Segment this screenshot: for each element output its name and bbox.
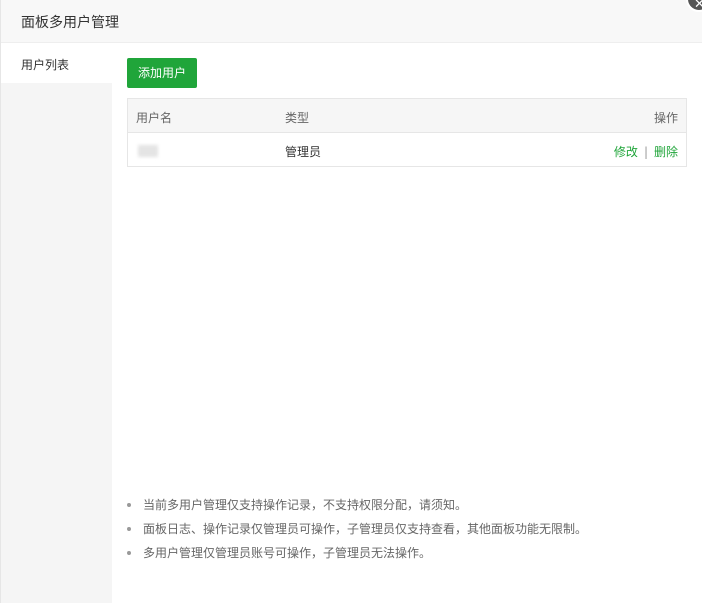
table-header: 用户名 类型 操作 [128, 99, 686, 133]
dialog-titlebar: 面板多用户管理 [1, 0, 702, 43]
column-header-username: 用户名 [136, 111, 173, 125]
dialog-title: 面板多用户管理 [21, 15, 119, 31]
column-header-type: 类型 [285, 111, 310, 125]
multi-user-dialog: 面板多用户管理 用户列表 添加用户 用户名 类型 操作 管理员 修改 | 删除 当前… [0, 0, 702, 603]
tip-text: 当前多用户管理仅支持操作记录，不支持权限分配，请须知。 [143, 498, 468, 512]
row-actions: 修改 | 删除 [614, 143, 678, 160]
tip-text: 多用户管理仅管理员账号可操作，子管理员无法操作。 [143, 546, 432, 560]
tips-list: 当前多用户管理仅支持操作记录，不支持权限分配，请须知。 面板日志、操作记录仅管理… [127, 496, 687, 568]
edit-link[interactable]: 修改 [614, 145, 638, 159]
bullet-icon [127, 551, 131, 555]
sidebar-item-label: 用户列表 [21, 58, 70, 72]
table-row: 管理员 修改 | 删除 [128, 133, 686, 166]
user-type: 管理员 [285, 145, 322, 159]
column-header-actions: 操作 [653, 111, 678, 125]
add-user-button[interactable]: 添加用户 [127, 58, 197, 88]
user-table: 用户名 类型 操作 管理员 修改 | 删除 [127, 98, 687, 167]
tip-item: 多用户管理仅管理员账号可操作，子管理员无法操作。 [127, 544, 687, 568]
bullet-icon [127, 527, 131, 531]
sidebar-item-user-list[interactable]: 用户列表 [1, 43, 112, 83]
username-redacted [138, 145, 158, 157]
tip-item: 面板日志、操作记录仅管理员可操作，子管理员仅支持查看，其他面板功能无限制。 [127, 520, 687, 544]
delete-link[interactable]: 删除 [654, 145, 678, 159]
tip-item: 当前多用户管理仅支持操作记录，不支持权限分配，请须知。 [127, 496, 687, 520]
bullet-icon [127, 503, 131, 507]
tip-text: 面板日志、操作记录仅管理员可操作，子管理员仅支持查看，其他面板功能无限制。 [143, 522, 588, 536]
close-icon: ✕ [694, 0, 702, 12]
sidebar: 用户列表 [1, 43, 112, 603]
action-separator: | [643, 145, 648, 159]
